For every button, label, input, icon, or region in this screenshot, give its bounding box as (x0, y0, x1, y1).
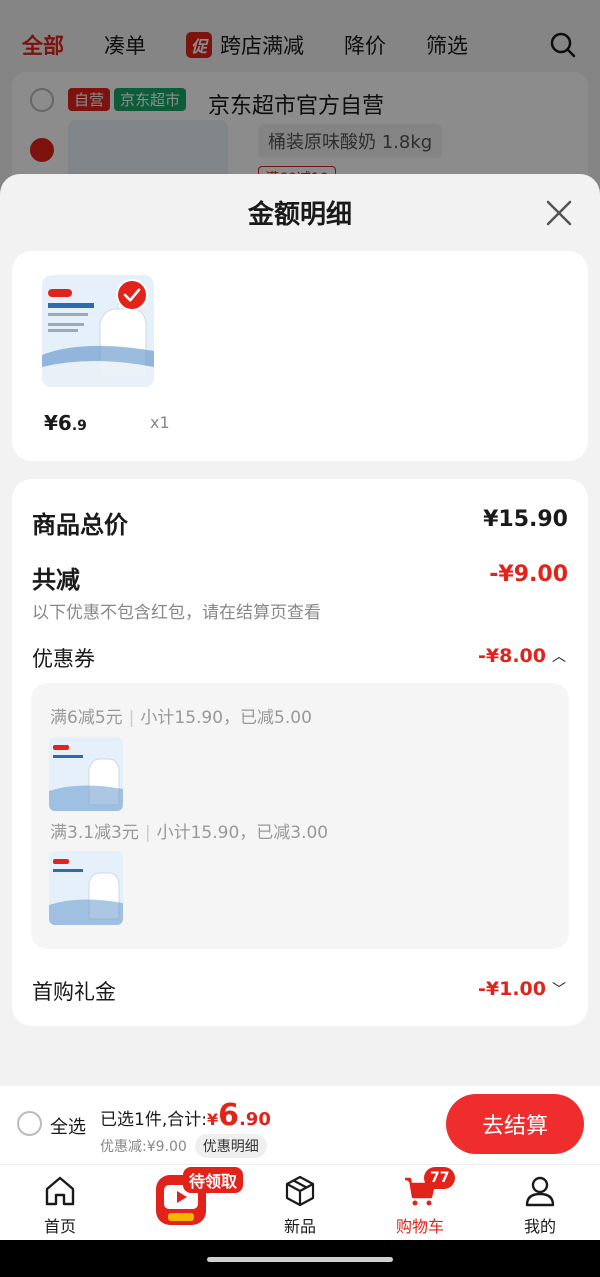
select-all-label[interactable]: 全选 (50, 1113, 86, 1139)
product-price-dec: .9 (71, 418, 87, 434)
total-currency: ¥ (206, 1110, 219, 1129)
discount-note: 以下优惠不包含红包，请在结算页查看 (32, 603, 321, 623)
amount-detail-sheet: 金额明细 ¥6.9 x1 商品总价 ¥15.90 共减 -¥9.00 以下优惠不… (0, 174, 600, 1086)
tab-mine-label: 我的 (523, 1217, 556, 1236)
coupon-rule-2: 满3.1减3元 | 小计15.90，已减3.00 (50, 818, 328, 843)
bottom-tabbar: 首页 待领取 新品 购物车 77 我的 (0, 1164, 600, 1240)
discount-summary: 优惠减:¥9.00 优惠明细 (100, 1134, 267, 1158)
total-amount: ¥6.90 (207, 1098, 271, 1133)
amount-breakdown-card: 商品总价 ¥15.90 共减 -¥9.00 以下优惠不包含红包，请在结算页查看 … (12, 479, 588, 1026)
total-dec: .90 (238, 1109, 271, 1130)
discount-detail-chip[interactable]: 优惠明细 (194, 1134, 267, 1158)
coupon-toggle[interactable]: -¥8.00 ︿ (478, 645, 566, 667)
divider: | (128, 708, 135, 728)
divider: | (144, 823, 151, 843)
modal-overlay[interactable] (0, 0, 600, 200)
home-icon (45, 1176, 75, 1206)
select-all-radio[interactable] (17, 1111, 42, 1136)
close-icon[interactable] (546, 200, 572, 226)
to-claim-badge: 待领取 (183, 1167, 244, 1193)
tab-new-label: 新品 (283, 1217, 316, 1236)
total-price-value: ¥15.90 (483, 507, 568, 532)
tab-home-label: 首页 (43, 1217, 76, 1236)
product-price: ¥6.9 (44, 411, 87, 435)
total-price-label: 商品总价 (32, 511, 128, 539)
total-reduce-value: -¥9.00 (489, 562, 568, 587)
coupon-rule-2-text: 满3.1减3元 (50, 823, 139, 843)
total-reduce-label: 共减 (32, 566, 80, 594)
first-purchase-gift-value: -¥1.00 (478, 978, 546, 1000)
coupon-label: 优惠券 (32, 647, 95, 671)
product-card: ¥6.9 x1 (12, 251, 588, 461)
selection-summary: 已选1件,合计: ¥6.90 (100, 1098, 271, 1133)
yogurt-thumbnail-1 (49, 737, 123, 811)
product-price-int: ¥6 (44, 411, 72, 435)
first-purchase-gift-label: 首购礼金 (32, 980, 116, 1004)
coupon-breakdown: 满6减5元 | 小计15.90，已减5.00 满3.1减3元 | 小计15.90，已减3… (31, 683, 569, 949)
coupon-rule-2-detail: 小计15.90，已减3.00 (156, 823, 329, 843)
user-icon (525, 1176, 555, 1207)
tab-new[interactable]: 新品 (260, 1173, 340, 1237)
tab-mine[interactable]: 我的 (500, 1173, 580, 1237)
discount-amount: 优惠减:¥9.00 (100, 1139, 187, 1155)
coupon-rule-1-detail: 小计15.90，已减5.00 (140, 708, 312, 728)
coupon-value: -¥8.00 (478, 645, 546, 667)
home-indicator[interactable] (207, 1257, 393, 1262)
coupon-rule-1-text: 满6减5元 (50, 708, 123, 728)
checkout-button[interactable]: 去结算 (446, 1094, 584, 1154)
checked-icon (116, 279, 148, 311)
product-quantity: x1 (150, 413, 170, 432)
chevron-up-icon: ︿ (552, 649, 566, 665)
coupon-rule-1: 满6减5元 | 小计15.90，已减5.00 (50, 703, 312, 728)
cube-icon (285, 1175, 315, 1207)
yogurt-thumbnail-2 (49, 851, 123, 925)
summary-prefix: 已选1件,合计: (100, 1110, 207, 1130)
tab-home[interactable]: 首页 (20, 1173, 100, 1237)
tab-cart-label: 购物车 (395, 1217, 444, 1236)
system-nav-bar (0, 1240, 600, 1277)
cart-background: 全部 凑单 促跨店满减 降价 筛选 自营 京东超市 京东超市官方自营 桶装原味酸… (0, 0, 600, 202)
total-int: 6 (218, 1098, 239, 1133)
first-purchase-gift-toggle[interactable]: -¥1.00 ﹀ (478, 978, 566, 1000)
chevron-down-icon: ﹀ (552, 982, 566, 998)
cart-count-badge: 77 (424, 1167, 456, 1189)
checkout-bar: 全选 已选1件,合计: ¥6.90 优惠减:¥9.00 优惠明细 去结算 (0, 1086, 600, 1164)
sheet-title: 金额明细 (247, 200, 352, 230)
